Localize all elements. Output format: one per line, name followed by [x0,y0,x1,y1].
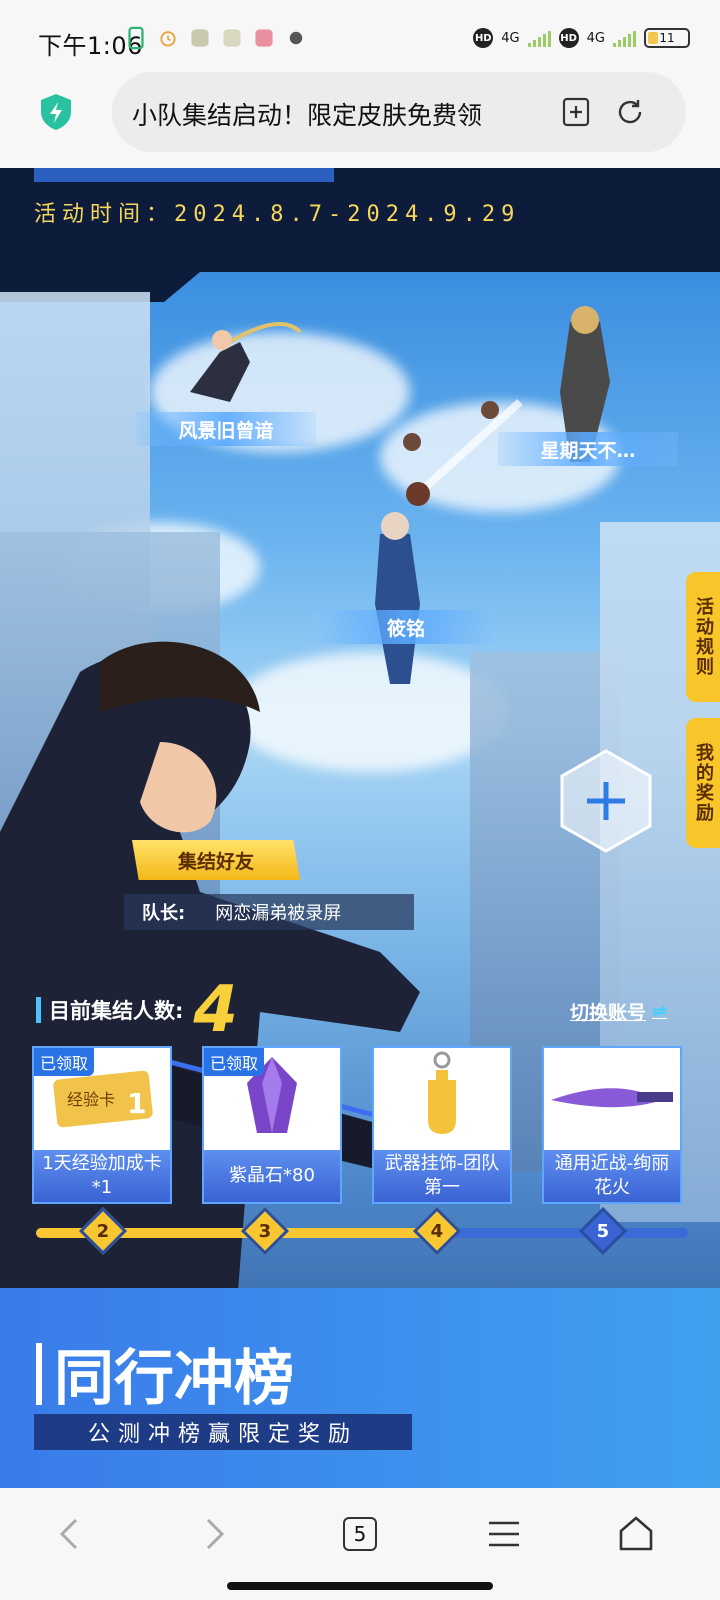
hd-icon: HD [558,28,579,48]
archer-character-image [190,322,302,402]
knife-icon [544,1048,680,1148]
switch-account-label: 切换账号 [570,1002,647,1024]
leaderboard-section: 同行冲榜 公测冲榜赢限定奖励 [0,1288,720,1488]
web-content: 活动时间：2024.8.7-2024.9.29 风景旧曾谙 星期天不… 筱铭 活… [0,168,720,1488]
captain-label: 队长: [142,903,186,924]
svg-text:经验卡: 经验卡 [67,1090,115,1109]
more-notifications-icon [289,31,303,45]
add-bookmark-icon [562,97,590,127]
network-type: 4G [501,30,520,46]
home-indicator [227,1582,493,1590]
home-button[interactable] [608,1506,664,1562]
add-teammate-button[interactable] [558,748,654,854]
address-bar[interactable]: 小队集结启动！限定皮肤免费领 [112,72,686,152]
battery-level: 11 [659,31,675,45]
my-rewards-tab[interactable]: 我的奖励 [686,718,720,848]
signal-icon [613,29,636,47]
back-button[interactable] [42,1506,98,1562]
rally-count-row: 目前集结人数: 4 [36,973,238,1047]
reward-label: 通用近战-绚丽花火 [544,1150,680,1202]
swap-arrows-icon: ⇌ [652,1001,668,1022]
claimed-badge: 已领取 [34,1048,95,1076]
browser-toolbar: 小队集结启动！限定皮肤免费领 [0,72,720,168]
captain-name: 网恋漏弟被录屏 [215,903,342,924]
notification-icons [126,26,306,50]
chevron-right-icon [206,1518,225,1550]
refresh-icon [618,100,642,124]
chevron-left-icon [59,1518,78,1550]
phone-notification-icon [128,26,144,50]
app-notification-icon [191,29,209,47]
section-title: 同行冲榜 [36,1330,294,1417]
home-icon [619,1516,653,1551]
refresh-button[interactable] [610,92,650,132]
page-title[interactable]: 小队集结启动！限定皮肤免费领 [132,96,512,132]
reward-card[interactable]: 通用近战-绚丽花火 [542,1046,682,1204]
tab-count: 5 [343,1517,377,1551]
activity-rules-tab[interactable]: 活动规则 [686,572,720,702]
claimed-badge: 已领取 [204,1048,265,1076]
rally-count-value: 4 [193,973,238,1047]
status-right: HD 4G HD 4G 11 [473,28,690,48]
section-subtitle: 公测冲榜赢限定奖励 [34,1414,412,1450]
add-bookmark-button[interactable] [556,92,596,132]
app-notification-icon [223,29,241,47]
security-shield-icon[interactable] [38,92,74,132]
network-type: 4G [586,30,605,46]
reward-card[interactable]: 武器挂饰-团队第一 [372,1046,512,1204]
forward-button[interactable] [186,1506,242,1562]
status-bar: 下午1:06 HD 4G HD 4G 11 [0,0,720,72]
reward-card[interactable]: 经验卡 1 已领取 1天经验加成卡*1 [32,1046,172,1204]
menu-button[interactable] [476,1506,532,1562]
browser-bottom-nav: 5 [0,1488,720,1600]
app-notification-icon [255,29,273,47]
rally-count-label: 目前集结人数: [49,999,184,1023]
character-name-tag: 星期天不… [498,432,678,466]
svg-text:1: 1 [127,1087,146,1120]
alarm-icon [160,31,176,47]
tabs-button[interactable]: 5 [332,1506,388,1562]
switch-account-link[interactable]: 切换账号 ⇌ [570,998,667,1025]
menu-icon [489,1521,519,1547]
signal-icon [527,29,551,47]
reward-label: 1天经验加成卡*1 [34,1150,170,1202]
reward-card[interactable]: 已领取 紫晶石*80 [202,1046,342,1204]
hd-icon: HD [473,28,494,48]
weapon-charm-icon [374,1048,510,1148]
activity-time: 活动时间：2024.8.7-2024.9.29 [34,202,521,227]
captain-info: 队长: 网恋漏弟被录屏 [124,894,414,930]
battery-icon: 11 [644,28,690,48]
header-banner-strip [34,168,334,182]
reward-label: 武器挂饰-团队第一 [374,1150,510,1202]
character-name-tag: 风景旧曾谙 [136,412,316,446]
rally-friends-button[interactable]: 集结好友 [132,840,300,880]
reward-list: 经验卡 1 已领取 1天经验加成卡*1 已领取 紫晶石*80 武器挂饰-团队第一 [32,1046,692,1204]
activity-header: 活动时间：2024.8.7-2024.9.29 [0,168,720,272]
reward-label: 紫晶石*80 [204,1150,340,1202]
